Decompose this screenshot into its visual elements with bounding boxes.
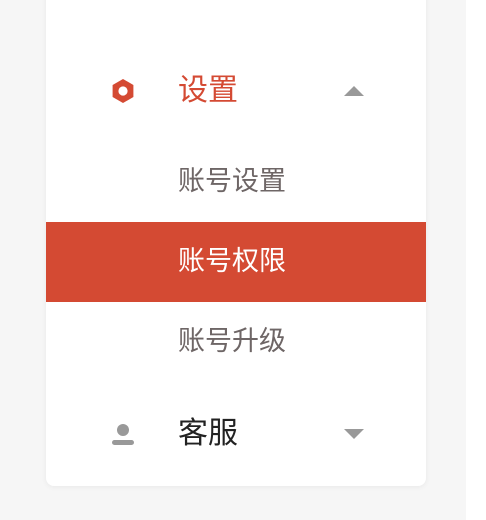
sidebar-menu: 升级 设置 账号设置 账号权限 账号升级 客服 <box>46 0 426 486</box>
settings-hexagon-icon <box>112 79 134 103</box>
menu-group-settings[interactable]: 设置 <box>46 61 426 121</box>
right-panel-edge <box>466 0 486 520</box>
menu-group-customer-service[interactable]: 客服 <box>46 404 426 464</box>
menu-group-customer-service-label: 客服 <box>178 416 238 451</box>
chevron-up-icon[interactable] <box>344 85 364 97</box>
chevron-down-icon[interactable] <box>344 428 364 440</box>
menu-group-settings-label: 设置 <box>178 73 238 108</box>
menu-item-label: 账号设置 <box>178 166 286 197</box>
menu-item-account-settings[interactable]: 账号设置 <box>46 142 426 222</box>
menu-item-clipped[interactable]: 升级 <box>178 0 238 2</box>
menu-item-account-upgrade[interactable]: 账号升级 <box>46 302 426 382</box>
menu-item-label: 账号权限 <box>178 246 286 277</box>
menu-item-label: 账号升级 <box>178 326 286 357</box>
user-icon <box>112 424 134 445</box>
menu-item-account-permissions[interactable]: 账号权限 <box>46 222 426 302</box>
